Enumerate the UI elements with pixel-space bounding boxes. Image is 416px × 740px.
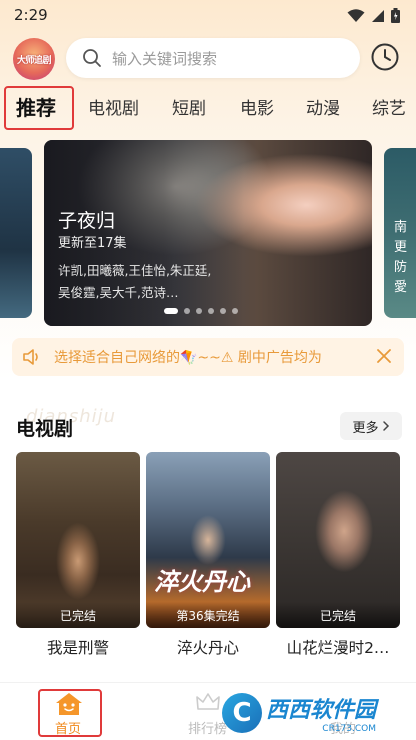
search-placeholder: 输入关键词搜索 xyxy=(112,49,218,68)
carousel-dot[interactable] xyxy=(196,308,202,314)
status-bar: 2:29 xyxy=(0,0,416,30)
category-tabs: 推荐 电视剧 短剧 电影 动漫 综艺 xyxy=(0,86,416,130)
tv-section-header: dianshiju 电视剧 更多 xyxy=(0,406,416,446)
signal-icon xyxy=(372,9,384,22)
search-input[interactable]: 输入关键词搜索 xyxy=(66,38,360,78)
watermark-text: 西西软件园 CR173.COM xyxy=(266,692,376,734)
card-title[interactable]: 我是刑警 xyxy=(16,636,140,658)
carousel-dots xyxy=(164,308,238,314)
tab-movie[interactable]: 电影 xyxy=(240,94,274,119)
carousel-dot[interactable] xyxy=(220,308,226,314)
tab-recommend[interactable]: 推荐 xyxy=(16,92,56,121)
status-time: 2:29 xyxy=(14,6,48,24)
status-badge: 已完结 xyxy=(276,602,400,628)
carousel-dot[interactable] xyxy=(208,308,214,314)
banner-carousel[interactable]: 子夜归 更新至17集 许凯,田曦薇,王佳怡,朱正廷,吴俊霆,吴大千,范诗… 南 … xyxy=(0,140,416,328)
search-icon xyxy=(83,49,101,67)
wifi-icon xyxy=(347,8,365,22)
tv-card-list: 已完结 我是刑警 淬火丹心 第36集完结 淬火丹心 已完结 山花烂漫时2… xyxy=(0,452,416,664)
card-title[interactable]: 淬火丹心 xyxy=(146,636,270,658)
nav-home-label[interactable]: 首页 xyxy=(55,718,81,737)
close-icon[interactable] xyxy=(376,348,392,364)
more-button[interactable]: 更多 xyxy=(340,412,402,440)
history-clock-icon[interactable] xyxy=(370,42,400,72)
more-button-label: 更多 xyxy=(352,420,379,436)
app-logo[interactable]: 大师追剧 xyxy=(13,38,55,80)
app-logo-text: 大师追剧 xyxy=(16,55,52,66)
watermark-sub: CR173.COM xyxy=(322,724,377,734)
banner-prev-slide[interactable] xyxy=(0,148,32,318)
header: 大师追剧 输入关键词搜索 xyxy=(0,34,416,84)
chevron-right-icon xyxy=(382,421,389,431)
carousel-dot[interactable] xyxy=(232,308,238,314)
section-title: 电视剧 xyxy=(16,418,74,440)
banner-update-status: 更新至17集 xyxy=(58,236,127,251)
banner-title: 子夜归 xyxy=(58,210,116,232)
tab-anime[interactable]: 动漫 xyxy=(306,94,340,119)
tab-short-drama[interactable]: 短剧 xyxy=(172,94,206,119)
status-icons xyxy=(347,8,400,23)
poster-art-title: 淬火丹心 xyxy=(154,568,250,596)
speaker-icon xyxy=(23,349,38,365)
list-item[interactable]: 已完结 山花烂漫时2… xyxy=(276,452,400,658)
list-item[interactable]: 淬火丹心 第36集完结 淬火丹心 xyxy=(146,452,270,658)
battery-icon xyxy=(391,8,400,23)
crown-icon[interactable] xyxy=(195,691,221,713)
poster-image[interactable]: 已完结 xyxy=(16,452,140,628)
banner-next-text: 南 更 防 愛 xyxy=(394,220,408,295)
banner-next-slide[interactable]: 南 更 防 愛 xyxy=(384,148,416,318)
banner-slide[interactable]: 子夜归 更新至17集 许凯,田曦薇,王佳怡,朱正廷,吴俊霆,吴大千,范诗… xyxy=(44,140,372,326)
status-badge: 第36集完结 xyxy=(146,602,270,628)
site-watermark: C 西西软件园 CR173.COM xyxy=(222,690,410,736)
tab-variety[interactable]: 综艺 xyxy=(372,94,406,119)
notice-bar: 选择适合自己网络的🪁~~⚠ 剧中广告均为 xyxy=(12,338,404,376)
list-item[interactable]: 已完结 我是刑警 xyxy=(16,452,140,658)
watermark-logo: C xyxy=(222,693,262,733)
home-icon[interactable] xyxy=(54,691,84,717)
poster-image[interactable]: 已完结 xyxy=(276,452,400,628)
carousel-dot[interactable] xyxy=(164,308,178,314)
notice-text: 选择适合自己网络的🪁~~⚠ 剧中广告均为 xyxy=(54,350,322,366)
carousel-dot[interactable] xyxy=(184,308,190,314)
status-badge: 已完结 xyxy=(16,602,140,628)
banner-cast: 许凯,田曦薇,王佳怡,朱正廷,吴俊霆,吴大千,范诗… xyxy=(58,263,212,300)
watermark-main: 西西软件园 xyxy=(266,698,377,723)
card-title[interactable]: 山花烂漫时2… xyxy=(276,636,400,658)
poster-image[interactable]: 淬火丹心 第36集完结 xyxy=(146,452,270,628)
tab-tv-series[interactable]: 电视剧 xyxy=(88,94,139,119)
